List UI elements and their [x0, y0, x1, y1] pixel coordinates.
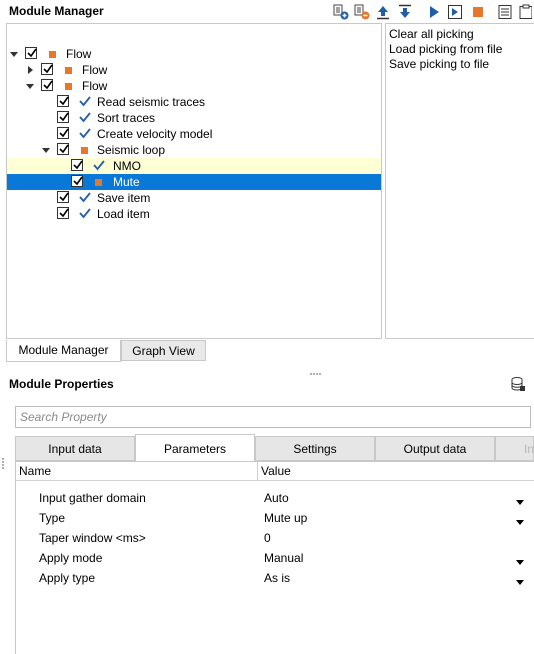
module-actions-list: Clear all picking Load picking from file… [385, 23, 534, 339]
checkbox[interactable] [57, 127, 69, 139]
property-table: Name Value Input gather domain Auto Type… [15, 461, 534, 654]
stop-icon[interactable] [470, 4, 486, 20]
log-icon[interactable] [497, 4, 513, 20]
dropdown-arrow-icon[interactable] [516, 514, 524, 528]
checkbox[interactable] [71, 175, 83, 187]
move-down-icon[interactable] [397, 4, 413, 20]
tree-item-read-seismic-traces[interactable]: Read seismic traces [7, 94, 381, 110]
property-name: Input gather domain [39, 491, 146, 505]
tab-truncated[interactable]: In [495, 436, 534, 461]
module-check-icon [93, 159, 105, 171]
tree-item-label: Save item [97, 191, 151, 205]
module-check-icon [79, 127, 91, 139]
add-module-icon[interactable] [333, 4, 349, 20]
property-name: Taper window <ms> [39, 531, 146, 545]
tab-output-data[interactable]: Output data [375, 436, 495, 461]
property-value-select[interactable]: Auto [264, 491, 289, 505]
tree-item-create-velocity-model[interactable]: Create velocity model [7, 126, 381, 142]
module-tree[interactable]: Flow Flow Flow Read seismic traces Sort … [6, 23, 382, 339]
action-clear-all-picking[interactable]: Clear all picking [386, 27, 534, 42]
tree-item-sort-traces[interactable]: Sort traces [7, 110, 381, 126]
clipboard-icon[interactable] [518, 4, 532, 20]
run-icon[interactable] [426, 4, 442, 20]
column-divider[interactable] [257, 462, 258, 480]
tree-item-load-item[interactable]: Load item [7, 206, 381, 222]
checkbox[interactable] [57, 191, 69, 203]
flow-square-icon [65, 83, 72, 90]
property-name: Apply type [39, 571, 96, 585]
property-row-apply-type[interactable]: Apply type As is [16, 568, 534, 588]
module-manager-title: Module Manager [9, 4, 104, 18]
action-save-picking[interactable]: Save picking to file [386, 57, 534, 72]
dropdown-arrow-icon[interactable] [516, 554, 524, 568]
tree-item-flow[interactable]: Flow [7, 62, 381, 78]
checkbox[interactable] [25, 47, 37, 59]
flow-square-icon [65, 67, 72, 74]
tree-item-label: Sort traces [97, 111, 156, 125]
search-property-input[interactable] [15, 406, 531, 428]
splitter-handle[interactable] [310, 364, 324, 375]
flow-square-icon [49, 51, 56, 58]
module-check-icon [79, 207, 91, 219]
checkbox[interactable] [57, 207, 69, 219]
expanded-arrow-icon[interactable] [25, 81, 35, 91]
property-row-taper-window[interactable]: Taper window <ms> 0 [16, 528, 534, 548]
collapsed-arrow-icon[interactable] [25, 65, 35, 75]
tree-item-label: Read seismic traces [97, 95, 206, 109]
tree-item-save-item[interactable]: Save item [7, 190, 381, 206]
tab-graph-view[interactable]: Graph View [121, 340, 206, 361]
flow-square-icon [81, 147, 88, 154]
property-value-select[interactable]: Manual [264, 551, 303, 565]
move-up-icon[interactable] [375, 4, 391, 20]
tree-item-seismic-loop[interactable]: Seismic loop [7, 142, 381, 158]
tree-item-mute[interactable]: Mute [7, 174, 381, 190]
tree-item-label: Seismic loop [97, 143, 166, 157]
table-header: Name Value [16, 462, 534, 481]
column-header-name[interactable]: Name [19, 464, 51, 478]
dropdown-arrow-icon[interactable] [516, 574, 524, 588]
checkbox[interactable] [41, 79, 53, 91]
property-value-select[interactable]: As is [264, 571, 290, 585]
property-row-apply-mode[interactable]: Apply mode Manual [16, 548, 534, 568]
tab-input-data[interactable]: Input data [15, 436, 135, 461]
tree-item-label: Flow [82, 63, 108, 77]
checkbox[interactable] [41, 63, 53, 75]
tree-item-nmo[interactable]: NMO [7, 158, 381, 174]
checkbox[interactable] [57, 95, 69, 107]
property-row-input-gather-domain[interactable]: Input gather domain Auto [16, 488, 534, 508]
property-name: Type [39, 511, 66, 525]
checkbox[interactable] [57, 111, 69, 123]
run-step-icon[interactable] [447, 4, 463, 20]
tree-item-label: NMO [113, 159, 141, 173]
tab-module-manager[interactable]: Module Manager [6, 340, 121, 362]
tree-item-flow-root[interactable]: Flow [7, 46, 381, 62]
tree-item-label: Create velocity model [97, 127, 213, 141]
property-name: Apply mode [39, 551, 103, 565]
database-icon[interactable] [510, 376, 526, 392]
module-properties-title: Module Properties [9, 377, 114, 391]
expanded-arrow-icon[interactable] [41, 145, 51, 155]
checkbox[interactable] [71, 159, 83, 171]
column-header-value[interactable]: Value [261, 464, 291, 478]
property-value-select[interactable]: Mute up [264, 511, 307, 525]
remove-module-icon[interactable] [354, 4, 370, 20]
expanded-arrow-icon[interactable] [9, 49, 19, 59]
action-load-picking[interactable]: Load picking from file [386, 42, 534, 57]
tree-item-flow[interactable]: Flow [7, 78, 381, 94]
property-row-type[interactable]: Type Mute up [16, 508, 534, 528]
tab-parameters[interactable]: Parameters [135, 434, 255, 462]
side-splitter-handle[interactable] [2, 458, 4, 470]
property-value-input[interactable]: 0 [264, 531, 271, 545]
flow-square-icon [95, 179, 102, 186]
module-check-icon [79, 95, 91, 107]
tree-item-label: Flow [82, 79, 108, 93]
checkbox[interactable] [57, 143, 69, 155]
module-check-icon [79, 191, 91, 203]
module-check-icon [79, 111, 91, 123]
tab-settings[interactable]: Settings [255, 436, 375, 461]
tree-item-label: Load item [97, 207, 150, 221]
tree-item-label: Mute [113, 175, 140, 189]
dropdown-arrow-icon[interactable] [516, 494, 524, 508]
tree-item-label: Flow [66, 47, 92, 61]
